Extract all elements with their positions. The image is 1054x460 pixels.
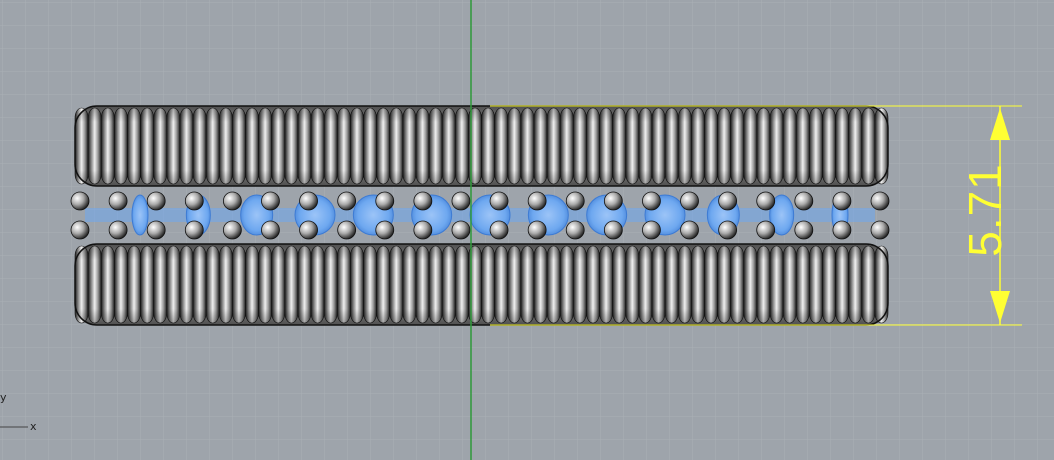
prong-bead[interactable] [718, 191, 738, 211]
axis-widget-y-label: y [0, 391, 7, 404]
prong-bead[interactable] [870, 220, 890, 240]
prong-bead[interactable] [184, 220, 204, 240]
prong-bead[interactable] [108, 220, 128, 240]
prong-bead[interactable] [70, 220, 90, 240]
prong-bead[interactable] [565, 220, 585, 240]
prong-bead[interactable] [527, 220, 547, 240]
prong-bead[interactable] [413, 191, 433, 211]
prong-bead[interactable] [70, 191, 90, 211]
band-outline [74, 105, 889, 187]
prong-bead[interactable] [642, 191, 661, 211]
prong-bead[interactable] [565, 191, 585, 211]
axis-widget-x-label: x [30, 420, 37, 433]
prong-bead[interactable] [146, 191, 166, 211]
prong-bead[interactable] [375, 220, 395, 240]
prong-bead[interactable] [451, 220, 471, 240]
prong-bead[interactable] [680, 220, 699, 240]
prong-bead[interactable] [489, 191, 509, 211]
prong-bead[interactable] [184, 191, 204, 211]
prong-bead[interactable] [222, 191, 242, 211]
prong-bead[interactable] [832, 220, 852, 240]
prong-bead[interactable] [603, 191, 623, 211]
prong-bead[interactable] [680, 191, 699, 211]
prong-bead[interactable] [337, 220, 357, 240]
stone-row-group[interactable] [70, 191, 890, 240]
prong-bead[interactable] [870, 191, 890, 211]
viewport-canvas[interactable] [0, 0, 1054, 460]
prong-bead[interactable] [222, 220, 242, 240]
gem-stone[interactable] [131, 194, 149, 236]
prong-bead[interactable] [794, 191, 814, 211]
prong-bead[interactable] [527, 191, 547, 211]
band-outline [74, 243, 889, 326]
prong-bead[interactable] [451, 191, 471, 211]
prong-bead[interactable] [108, 191, 128, 211]
prong-bead[interactable] [337, 191, 357, 211]
ring-band-top[interactable] [74, 105, 889, 187]
prong-bead[interactable] [375, 191, 395, 211]
prong-bead[interactable] [489, 220, 509, 240]
prong-bead[interactable] [756, 220, 776, 240]
prong-bead[interactable] [603, 220, 623, 240]
prong-bead[interactable] [299, 191, 318, 211]
dimension-value-label: 5.71 [959, 163, 1011, 257]
prong-bead[interactable] [756, 191, 776, 211]
prong-bead[interactable] [642, 220, 661, 240]
ring-band-bottom[interactable] [74, 243, 889, 326]
prong-bead[interactable] [413, 220, 433, 240]
prong-bead[interactable] [832, 191, 852, 211]
prong-bead[interactable] [261, 220, 280, 240]
prong-bead[interactable] [794, 220, 814, 240]
rhino-viewport[interactable]: 5.71 y x [0, 0, 1054, 460]
prong-bead[interactable] [718, 220, 738, 240]
prong-bead[interactable] [261, 191, 280, 211]
prong-bead[interactable] [299, 220, 318, 240]
prong-bead[interactable] [146, 220, 166, 240]
